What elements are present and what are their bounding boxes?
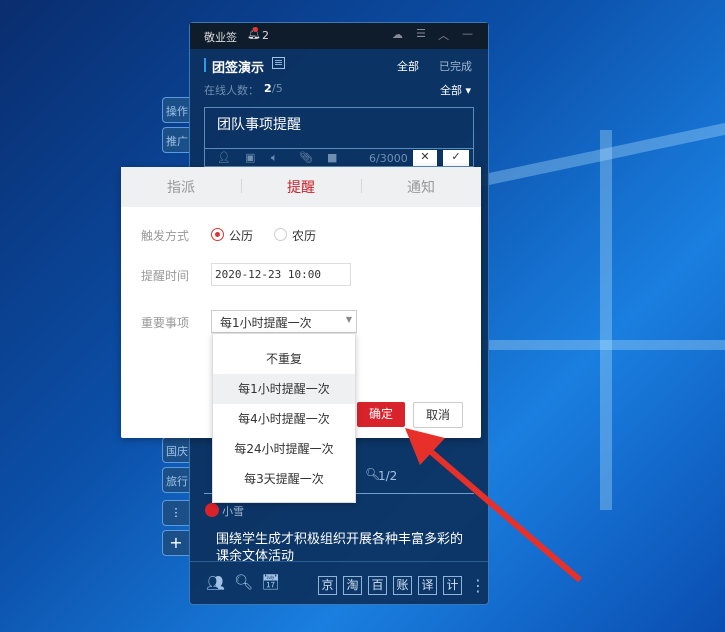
radio-lunar[interactable]: [274, 228, 287, 241]
tab-assign[interactable]: 指派: [121, 177, 241, 197]
tab-notify[interactable]: 通知: [361, 177, 481, 197]
shortcut-taobao[interactable]: 淘: [343, 576, 362, 595]
page-indicator: 1/2: [378, 469, 398, 483]
cancel-edit-button[interactable]: ✕: [413, 150, 437, 166]
tab-remind[interactable]: 提醒: [241, 177, 361, 197]
app-title: 敬业签: [204, 31, 237, 44]
attachment-icon[interactable]: 📎︎: [299, 151, 313, 164]
assign-user-icon[interactable]: 👤︎: [217, 151, 231, 164]
minimize-icon[interactable]: —: [462, 27, 473, 40]
editor-toolbar: 👤︎ ▣ 🔈︎ 📎︎ ■ 6/3000 ✕ ✓: [205, 148, 473, 167]
online-total: /5: [272, 82, 283, 95]
search-notes-icon[interactable]: 🔍︎: [234, 573, 253, 591]
side-more-button[interactable]: ⋮: [162, 500, 190, 526]
title-bar: 敬业签 🔔︎ 2 ☁ ☰ ︿ —: [190, 23, 488, 49]
side-tab-travel[interactable]: 旅行: [162, 467, 190, 493]
audio-icon[interactable]: 🔈︎: [271, 151, 278, 165]
member-filter[interactable]: 全部 ▾: [440, 82, 471, 98]
notification-dot: [253, 27, 258, 32]
annotation-arrow: [405, 428, 582, 583]
image-icon[interactable]: ▣: [245, 151, 255, 164]
time-input[interactable]: 2020-12-23 10:00: [211, 263, 351, 286]
filter-all[interactable]: 全部: [397, 58, 419, 74]
dialog-tabs: 指派 提醒 通知: [121, 167, 481, 207]
wallpaper-beam: [600, 130, 612, 510]
author-name: 小雪: [222, 505, 244, 518]
repeat-label: 重要事项: [141, 316, 190, 330]
editor-text[interactable]: 团队事项提醒: [217, 114, 301, 134]
editor[interactable]: 团队事项提醒 👤︎ ▣ 🔈︎ 📎︎ ■ 6/3000 ✕ ✓: [204, 107, 474, 167]
member-filter-value: 全部: [440, 84, 462, 97]
cloud-sync-icon[interactable]: ☁: [392, 28, 403, 41]
wallpaper-beam: [470, 340, 725, 350]
menu-icon[interactable]: ☰: [416, 27, 426, 40]
filter-done[interactable]: 已完成: [439, 58, 472, 74]
repeat-dropdown: 不重复 每1小时提醒一次 每4小时提醒一次 每24小时提醒一次 每3天提醒一次: [212, 333, 356, 503]
char-count: 6/3000: [369, 152, 408, 165]
color-icon[interactable]: ■: [327, 151, 337, 164]
author-avatar: [205, 503, 219, 517]
save-edit-button[interactable]: ✓: [443, 150, 469, 166]
option-every-4h[interactable]: 每4小时提醒一次: [213, 404, 355, 434]
group-marker: [204, 58, 206, 72]
option-every-1h[interactable]: 每1小时提醒一次: [213, 374, 355, 404]
online-label: 在线人数：: [204, 84, 259, 97]
side-tab-promotion[interactable]: 推广: [162, 127, 190, 153]
option-no-repeat[interactable]: 不重复: [213, 344, 355, 374]
contacts-icon[interactable]: 👥︎: [206, 574, 225, 592]
radio-solar-label[interactable]: 公历: [229, 227, 253, 244]
repeat-select[interactable]: 每1小时提醒一次 ▼: [211, 310, 357, 333]
side-tab-national-day[interactable]: 国庆: [162, 437, 190, 463]
collapse-icon[interactable]: ︿: [438, 27, 449, 43]
chevron-down-icon: ▼: [345, 315, 352, 324]
radio-lunar-label[interactable]: 农历: [292, 227, 316, 244]
shortcut-baidu[interactable]: 百: [368, 576, 387, 595]
shortcut-jd[interactable]: 京: [318, 576, 337, 595]
wallpaper-beam: [470, 122, 725, 190]
notification-count: 2: [262, 29, 269, 42]
online-count: 2: [264, 82, 272, 95]
time-label: 提醒时间: [141, 269, 190, 283]
radio-solar[interactable]: [211, 228, 224, 241]
side-tab-operation[interactable]: 操作: [162, 97, 190, 123]
confirm-button[interactable]: 确定: [357, 402, 405, 427]
repeat-select-value: 每1小时提醒一次: [220, 316, 312, 330]
calendar-icon[interactable]: 📅︎: [261, 573, 280, 591]
option-every-24h[interactable]: 每24小时提醒一次: [213, 434, 355, 464]
group-list-icon[interactable]: ≡: [272, 57, 285, 69]
arrow-shaft: [420, 441, 582, 583]
option-every-3d[interactable]: 每3天提醒一次: [213, 464, 355, 494]
group-name: 团签演示: [212, 61, 265, 76]
trigger-label: 触发方式: [141, 229, 190, 243]
side-add-button[interactable]: +: [162, 530, 190, 556]
